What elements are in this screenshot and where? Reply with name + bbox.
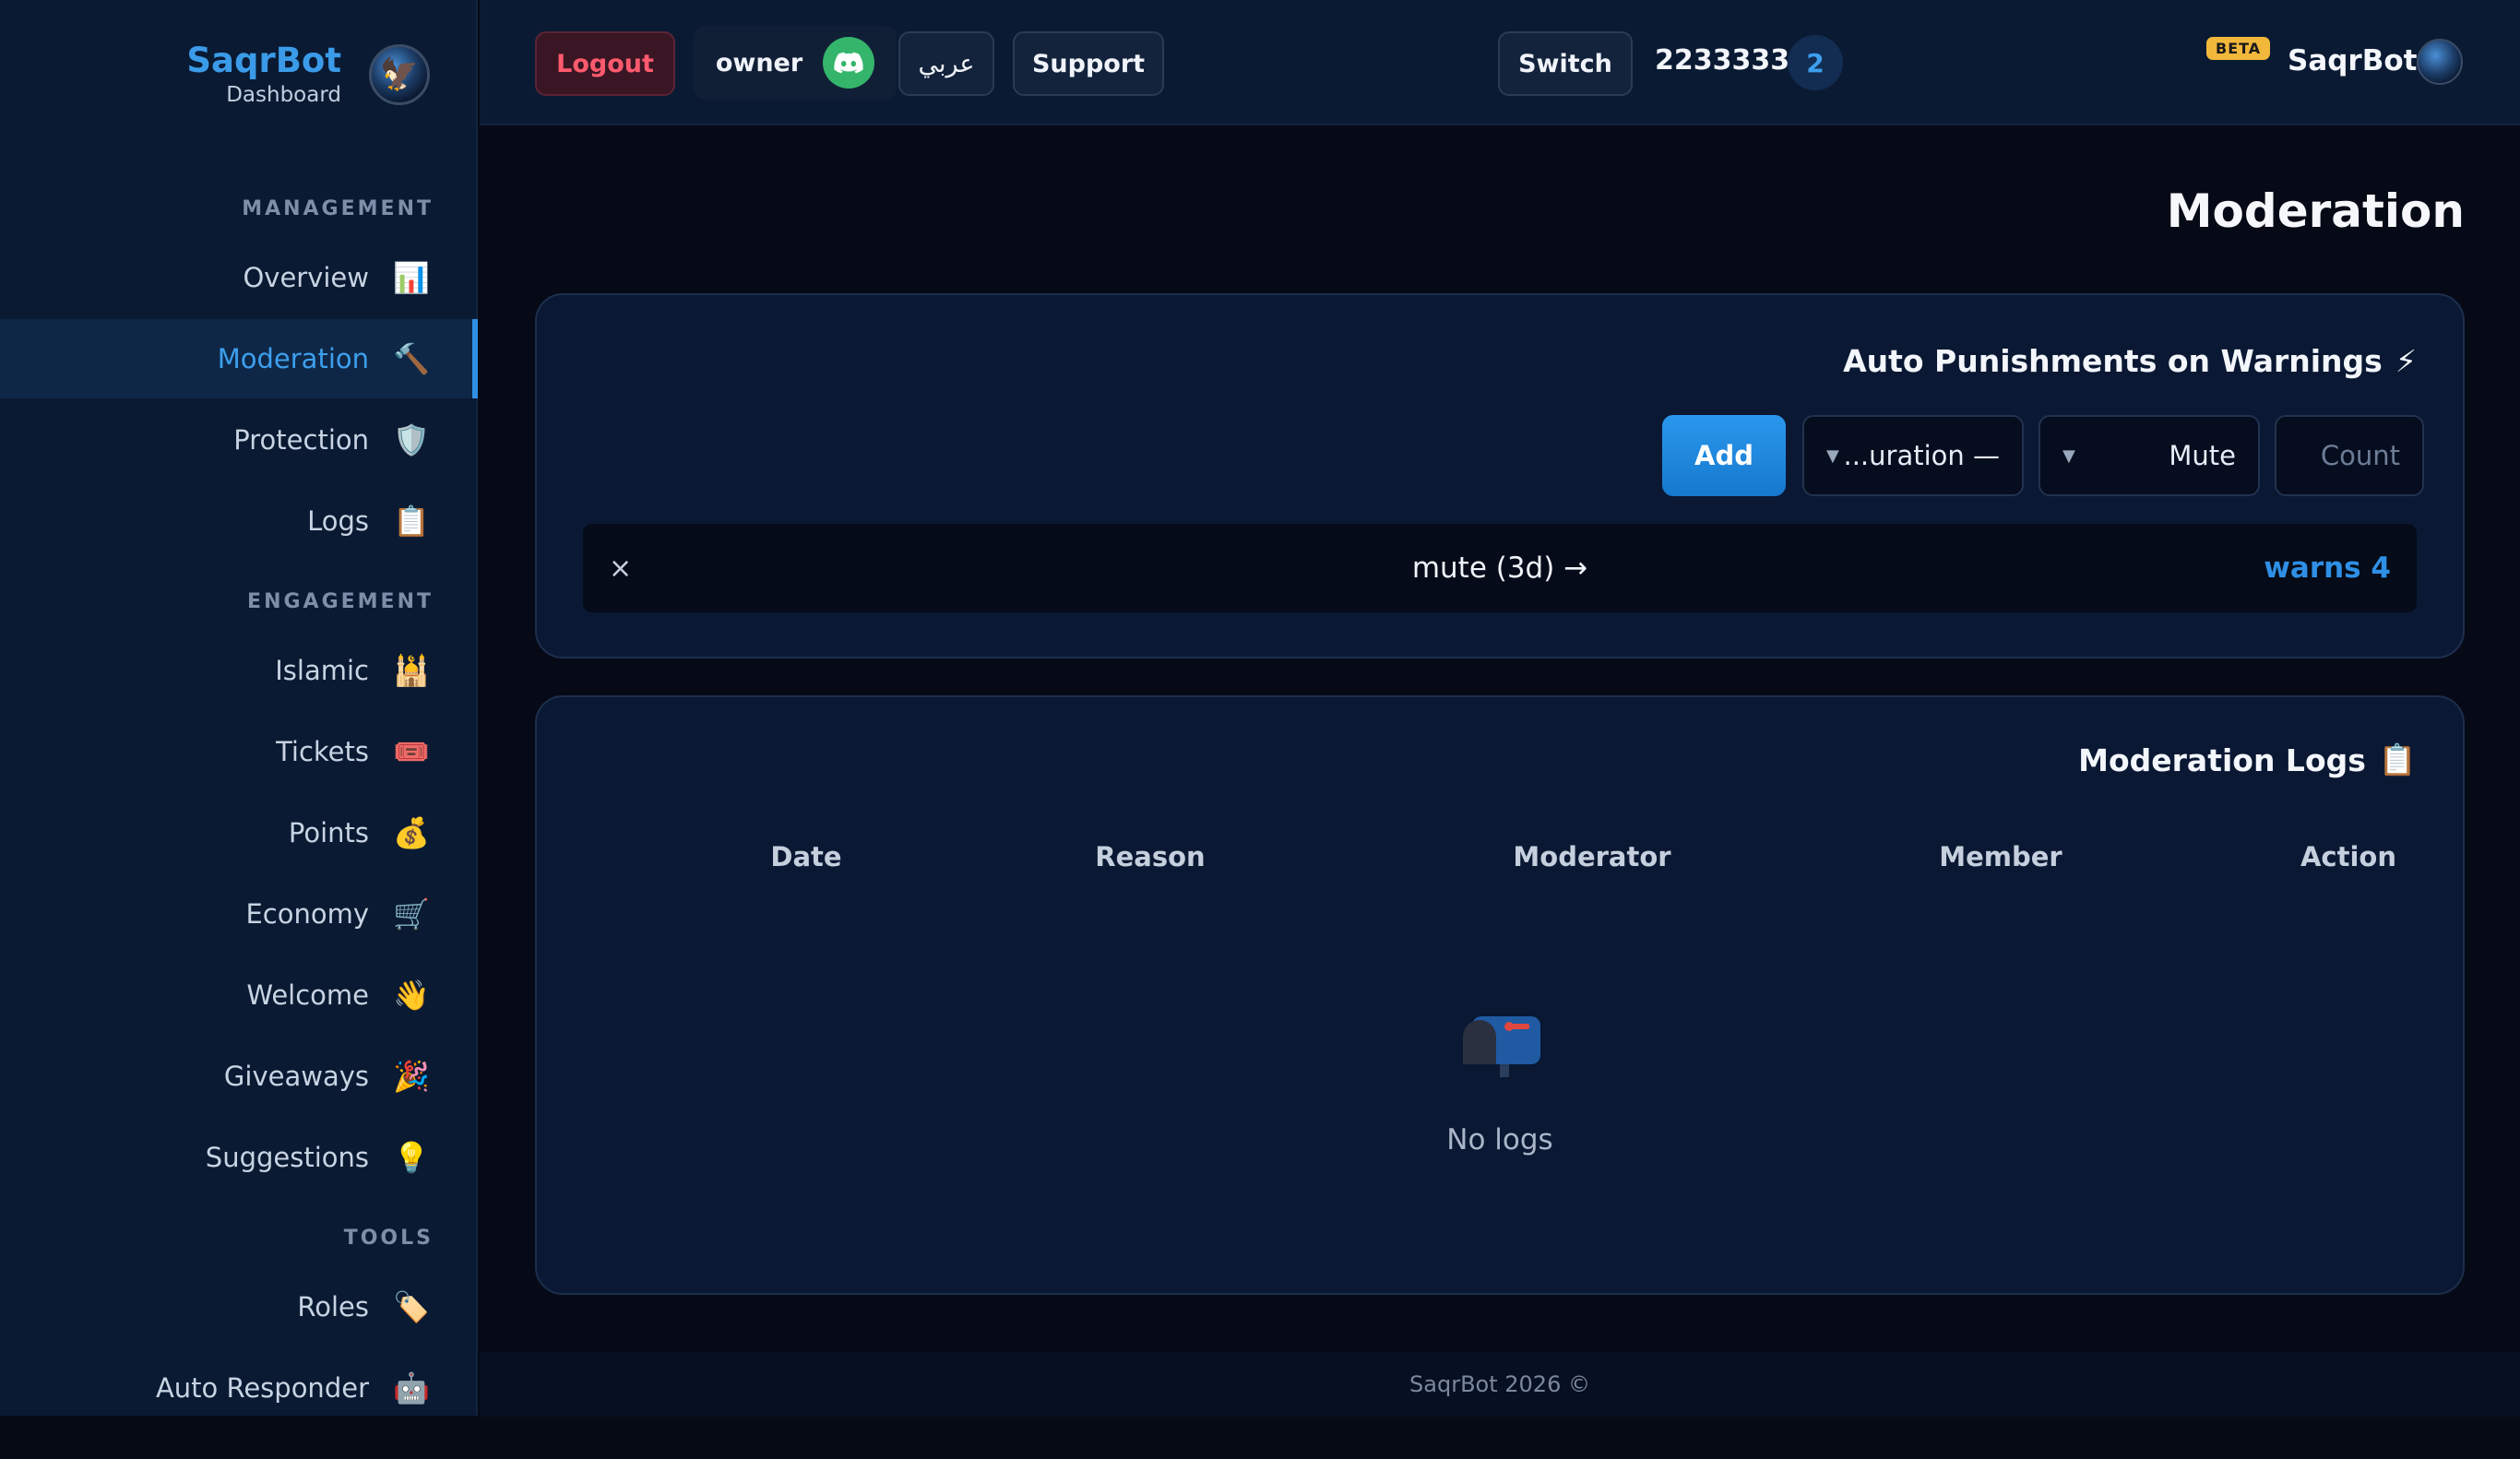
chevron-down-icon: ▼	[2062, 445, 2075, 466]
duration-select-value: ...uration —	[1843, 440, 2001, 471]
duration-select[interactable]: ▼ ...uration —	[1802, 415, 2024, 496]
hammer-icon: 🔨	[393, 341, 430, 376]
support-button[interactable]: Support	[1013, 31, 1164, 96]
sidebar-item-label: Welcome	[246, 979, 369, 1011]
sidebar-item-protection[interactable]: Protection 🛡️	[0, 400, 478, 480]
brand-title: SaqrBot	[186, 41, 341, 80]
sidebar-item-label: Overview	[243, 262, 369, 293]
money-bag-icon: 💰	[393, 815, 430, 850]
sidebar: SaqrBot Dashboard 🦅 MANAGEMENT Overview …	[0, 0, 478, 1416]
party-icon: 🎉	[393, 1059, 430, 1094]
sidebar-item-label: Suggestions	[205, 1142, 369, 1173]
column-header-reason[interactable]: Reason	[1030, 841, 1270, 872]
owner-label: owner	[715, 48, 803, 77]
clipboard-icon: 📋	[393, 504, 430, 539]
owner-button[interactable]: owner	[694, 26, 897, 100]
discord-icon	[823, 37, 875, 89]
topbar: Logout owner عربي Support Switch 2233333…	[480, 0, 2520, 125]
lightning-icon: ⚡	[2395, 343, 2417, 379]
clipboard-icon: 📋	[2378, 741, 2417, 777]
brand-subtitle: Dashboard	[226, 83, 341, 107]
empty-state-text: No logs	[1446, 1123, 1553, 1157]
moderation-logs-title-text: Moderation Logs	[2078, 741, 2366, 778]
tag-icon: 🏷️	[393, 1289, 430, 1324]
sidebar-item-logs[interactable]: Logs 📋	[0, 481, 478, 561]
moderation-logs-card: Moderation Logs 📋 Date Reason Moderator …	[535, 695, 2465, 1295]
discord-logo-svg	[834, 52, 863, 74]
punishment-rule-row: × mute (3d) → warns 4	[583, 524, 2417, 612]
column-header-member[interactable]: Member	[1881, 841, 2121, 872]
brand[interactable]: SaqrBot Dashboard 🦅	[186, 41, 430, 109]
cart-icon: 🛒	[393, 896, 430, 931]
server-count-badge: 2	[1788, 35, 1843, 90]
punishment-rule-warns: warns 4	[2264, 552, 2391, 585]
sidebar-item-islamic[interactable]: Islamic 🕌	[0, 631, 478, 710]
action-select-value: Mute	[2169, 440, 2236, 471]
column-header-date[interactable]: Date	[686, 841, 926, 872]
moderation-logs-title: Moderation Logs 📋	[2078, 741, 2417, 778]
auto-punishments-card: Auto Punishments on Warnings ⚡ Add ▼ ...…	[535, 293, 2465, 658]
mailbox-icon	[1463, 1016, 1540, 1077]
bot-name[interactable]: SaqrBot	[2288, 44, 2417, 77]
section-label-engagement: ENGAGEMENT	[247, 590, 434, 613]
sidebar-item-label: Roles	[297, 1291, 369, 1323]
bar-chart-icon: 📊	[393, 260, 430, 295]
sidebar-item-label: Moderation	[217, 343, 369, 374]
section-label-tools: TOOLS	[343, 1227, 434, 1250]
sidebar-item-points[interactable]: Points 💰	[0, 793, 478, 872]
column-header-action[interactable]: Action	[2229, 841, 2468, 872]
sidebar-item-label: Islamic	[275, 655, 369, 686]
wave-icon: 👋	[393, 978, 430, 1013]
sidebar-item-label: Tickets	[276, 736, 369, 767]
footer: SaqrBot 2026 ©	[480, 1352, 2520, 1417]
brand-avatar: 🦅	[369, 44, 430, 105]
lightbulb-icon: 💡	[393, 1140, 430, 1175]
logout-button[interactable]: Logout	[535, 31, 675, 96]
sidebar-item-label: Points	[288, 817, 369, 848]
footer-text: SaqrBot 2026 ©	[1409, 1371, 1590, 1397]
chevron-down-icon: ▼	[1826, 445, 1839, 466]
beta-badge: BETA	[2206, 37, 2271, 60]
sidebar-item-label: Economy	[245, 898, 369, 930]
section-label-management: MANAGEMENT	[242, 197, 434, 220]
sidebar-item-tickets[interactable]: Tickets 🎟️	[0, 712, 478, 791]
punishment-rule-text: mute (3d) →	[1411, 552, 1588, 585]
sidebar-item-label: Giveaways	[223, 1061, 369, 1092]
server-id: 2233333	[1655, 44, 1790, 77]
language-toggle-button[interactable]: عربي	[898, 31, 994, 96]
ticket-icon: 🎟️	[393, 734, 430, 769]
bottom-strip	[0, 1417, 2520, 1459]
sidebar-item-label: Logs	[307, 505, 369, 537]
page-title: Moderation	[2166, 184, 2465, 238]
sidebar-item-overview[interactable]: Overview 📊	[0, 238, 478, 317]
add-punishment-button[interactable]: Add	[1662, 415, 1786, 496]
switch-server-button[interactable]: Switch	[1498, 31, 1633, 96]
sidebar-item-suggestions[interactable]: Suggestions 💡	[0, 1118, 478, 1197]
sidebar-item-moderation[interactable]: Moderation 🔨	[0, 319, 478, 398]
shield-icon: 🛡️	[393, 422, 430, 457]
column-header-moderator[interactable]: Moderator	[1472, 841, 1712, 872]
sidebar-item-economy[interactable]: Economy 🛒	[0, 874, 478, 954]
auto-punishments-title-text: Auto Punishments on Warnings	[1843, 343, 2383, 379]
sidebar-item-giveaways[interactable]: Giveaways 🎉	[0, 1037, 478, 1116]
action-select[interactable]: ▼ Mute	[2039, 415, 2260, 496]
bot-avatar[interactable]	[2417, 39, 2463, 85]
robot-icon: 🤖	[393, 1370, 430, 1406]
warn-count-input[interactable]: Count	[2275, 415, 2424, 496]
sidebar-item-roles[interactable]: Roles 🏷️	[0, 1267, 478, 1346]
sidebar-item-label: Auto Responder	[155, 1372, 369, 1404]
sidebar-item-label: Protection	[233, 424, 369, 456]
auto-punishments-title: Auto Punishments on Warnings ⚡	[1843, 343, 2417, 379]
mosque-icon: 🕌	[393, 653, 430, 688]
sidebar-item-welcome[interactable]: Welcome 👋	[0, 955, 478, 1035]
